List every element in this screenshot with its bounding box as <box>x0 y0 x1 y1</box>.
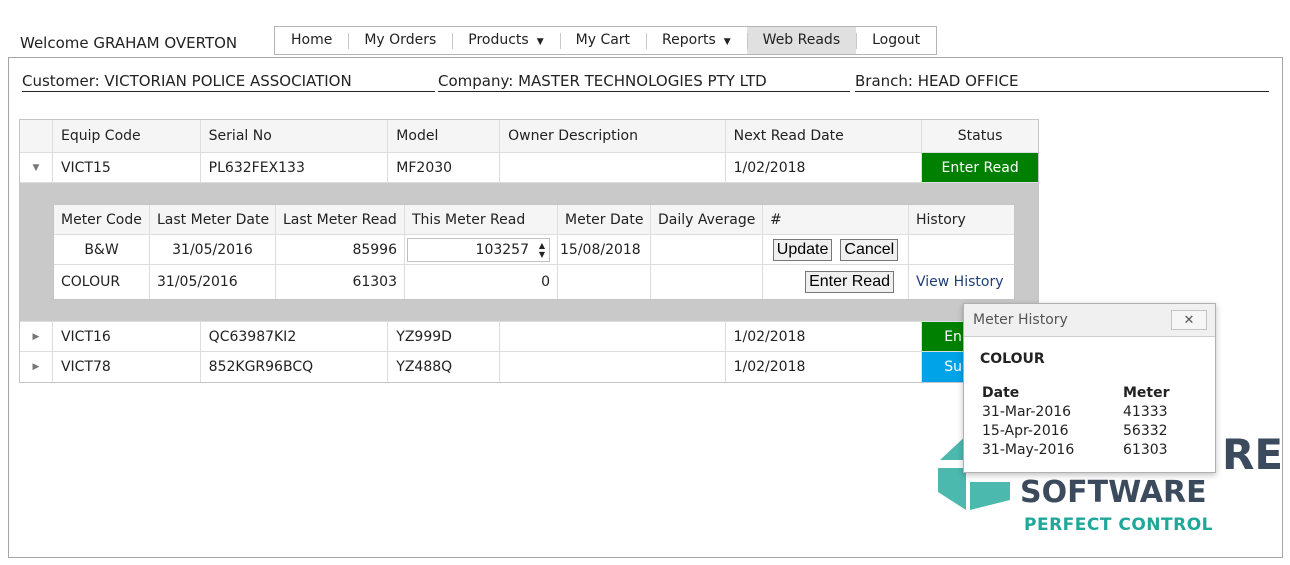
col-status[interactable]: Status <box>921 120 1038 152</box>
enter-read-status-button[interactable]: Enter Read <box>921 153 1038 182</box>
view-history-link[interactable]: View History <box>916 274 1003 290</box>
col-serial-no[interactable]: Serial No <box>199 120 388 152</box>
company-label: Company: MASTER TECHNOLOGIES PTY LTD <box>438 72 850 92</box>
main-nav: Home My Orders Products ▼ My Cart Reports… <box>274 26 938 55</box>
expand-row-icon[interactable]: ▶ <box>20 322 52 351</box>
nav-home[interactable]: Home <box>275 27 348 54</box>
nav-my-cart[interactable]: My Cart <box>559 27 646 54</box>
cancel-button[interactable]: Cancel <box>840 238 899 261</box>
caret-down-icon: ▼ <box>723 37 731 47</box>
nav-my-orders[interactable]: My Orders <box>348 27 452 54</box>
spin-down-icon[interactable]: ▼ <box>539 250 545 259</box>
logo-tagline: PERFECT CONTROL <box>1024 515 1214 535</box>
equipment-grid: Equip Code Serial No Model Owner Descrip… <box>19 119 1039 383</box>
history-row: 31-Mar-2016 41333 <box>982 404 1168 420</box>
dialog-meter-name: COLOUR <box>980 351 1045 367</box>
row-detail-panel: Meter Code Last Meter Date Last Meter Re… <box>20 183 1038 322</box>
history-row: 15-Apr-2016 56332 <box>982 423 1168 439</box>
expand-row-icon[interactable]: ▶ <box>20 352 52 382</box>
enter-read-button[interactable]: Enter Read <box>805 271 894 293</box>
update-button[interactable]: Update <box>772 238 833 261</box>
col-model[interactable]: Model <box>387 120 499 152</box>
meter-grid: Meter Code Last Meter Date Last Meter Re… <box>53 204 1015 300</box>
nav-web-reads[interactable]: Web Reads <box>746 27 857 54</box>
meter-history-dialog: Meter History ✕ COLOUR Date Meter 31-Mar… <box>963 303 1216 473</box>
meter-row: B&W 31/05/2016 85996 103257 ▲ ▼ 15/08/20… <box>54 235 1014 265</box>
logo-text: RE <box>1222 430 1284 479</box>
history-row: 31-May-2016 61303 <box>982 442 1168 458</box>
meter-row: COLOUR 31/05/2016 61303 0 Enter Read Vie… <box>54 265 1014 299</box>
col-equip-code[interactable]: Equip Code <box>51 120 200 152</box>
this-meter-read-stepper[interactable]: 103257 ▲ ▼ <box>407 237 550 262</box>
caret-down-icon: ▼ <box>536 37 544 47</box>
branch-label: Branch: HEAD OFFICE <box>855 72 1269 92</box>
dialog-title-bar[interactable]: Meter History ✕ <box>964 304 1215 337</box>
grid-header: Equip Code Serial No Model Owner Descrip… <box>20 120 1038 153</box>
nav-logout[interactable]: Logout <box>856 27 936 54</box>
close-icon: ✕ <box>1183 312 1195 328</box>
meter-grid-header: Meter Code Last Meter Date Last Meter Re… <box>54 205 1014 235</box>
nav-products[interactable]: Products ▼ <box>452 27 559 54</box>
welcome-text: Welcome GRAHAM OVERTON <box>20 34 238 52</box>
logo-text: SOFTWARE <box>1020 475 1207 510</box>
spin-up-icon[interactable]: ▲ <box>539 241 545 250</box>
col-next-read-date[interactable]: Next Read Date <box>724 120 922 152</box>
collapse-row-icon[interactable]: ▼ <box>20 153 52 182</box>
table-row: ▼ VICT15 PL632FEX133 MF2030 1/02/2018 En… <box>20 153 1038 183</box>
table-row: ▶ VICT16 QC63987KI2 YZ999D 1/02/2018 En <box>20 322 1038 352</box>
customer-label: Customer: VICTORIAN POLICE ASSOCIATION <box>22 72 435 92</box>
nav-reports[interactable]: Reports ▼ <box>646 27 747 54</box>
table-row: ▶ VICT78 852KGR96BCQ YZ488Q 1/02/2018 Su <box>20 352 1038 382</box>
col-owner-description[interactable]: Owner Description <box>499 120 725 152</box>
close-button[interactable]: ✕ <box>1171 310 1207 330</box>
history-table: Date Meter 31-Mar-2016 41333 15-Apr-2016… <box>980 385 1215 461</box>
